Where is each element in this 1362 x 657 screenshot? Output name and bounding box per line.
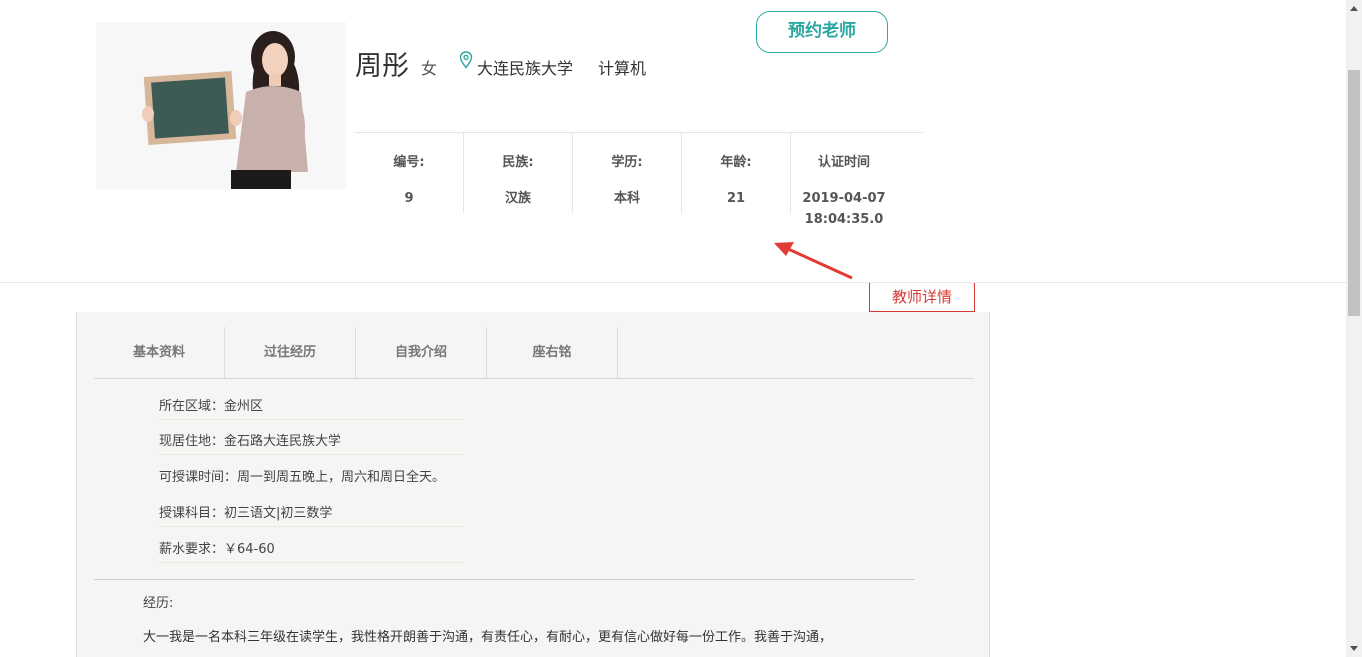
info-area: 所在区域：金州区 [159, 395, 464, 420]
location-pin-icon [459, 51, 473, 69]
section-divider [94, 579, 915, 580]
stat-certified-time: 认证时间 2019-04-07 18:04:35.0 [791, 133, 897, 227]
tab-self-intro[interactable]: 自我介绍 [356, 327, 487, 378]
scroll-down-arrow-icon[interactable] [1346, 640, 1362, 657]
stat-value-date: 2019-04-07 [802, 191, 886, 206]
info-available-time-text: 可授课时间：周一到周五晚上，周六和周日全天。 [159, 470, 446, 485]
info-subjects-text: 授课科目：初三语文|初三数学 [159, 506, 333, 521]
tab-basic-info[interactable]: 基本资料 [94, 327, 225, 378]
info-address-text: 现居住地：金石路大连民族大学 [159, 434, 342, 449]
tab-motto[interactable]: 座右铭 [487, 327, 618, 378]
stat-id: 编号: 9 [355, 133, 464, 213]
info-subjects: 授课科目：初三语文|初三数学 [159, 502, 464, 527]
annotation-label: 教师详情 [869, 282, 975, 312]
stat-label: 编号: [393, 155, 425, 170]
teacher-school: 大连民族大学 [477, 59, 574, 78]
info-area-text: 所在区域：金州区 [159, 399, 264, 414]
stat-value: 2019-04-07 18:04:35.0 [791, 188, 897, 230]
experience-label: 经历: [143, 596, 174, 611]
info-address: 现居住地：金石路大连民族大学 [159, 430, 464, 455]
stat-label: 年龄: [720, 155, 752, 170]
stat-value-time: 18:04:35.0 [804, 212, 884, 227]
scrollbar-thumb[interactable] [1348, 70, 1360, 316]
teacher-major: 计算机 [598, 59, 647, 78]
teacher-gender: 女 [421, 59, 438, 78]
stat-age: 年龄: 21 [682, 133, 791, 213]
info-salary-text: 薪水要求：￥64-60 [159, 542, 275, 557]
teacher-name: 周彤 [355, 51, 409, 82]
stat-label: 民族: [502, 155, 534, 170]
info-salary: 薪水要求：￥64-60 [159, 538, 464, 563]
detail-tabs: 基本资料 过往经历 自我介绍 座右铭 [94, 327, 974, 379]
scroll-up-arrow-icon[interactable] [1346, 0, 1362, 17]
info-available-time: 可授课时间：周一到周五晚上，周六和周日全天。 [159, 466, 445, 491]
detail-panel: 基本资料 过往经历 自我介绍 座右铭 所在区域：金州区 现居住地：金石路大连民族… [76, 312, 990, 657]
teacher-photo [96, 22, 346, 189]
stat-value: 9 [404, 191, 414, 206]
stat-value: 汉族 [504, 191, 531, 206]
stat-value: 本科 [613, 191, 640, 206]
experience-text: 大一我是一名本科三年级在读学生，我性格开朗善于沟通，有责任心，有耐心，更有信心做… [143, 630, 833, 645]
annotation-arrow-icon [774, 242, 853, 280]
stat-label: 学历: [611, 155, 643, 170]
stat-ethnicity: 民族: 汉族 [464, 133, 573, 213]
header-divider [0, 282, 1346, 283]
tab-past-experience[interactable]: 过往经历 [225, 327, 356, 378]
stat-value: 21 [726, 191, 746, 206]
book-teacher-button[interactable]: 预约老师 [756, 11, 888, 53]
stat-education: 学历: 本科 [573, 133, 682, 213]
stat-label: 认证时间 [817, 155, 870, 170]
